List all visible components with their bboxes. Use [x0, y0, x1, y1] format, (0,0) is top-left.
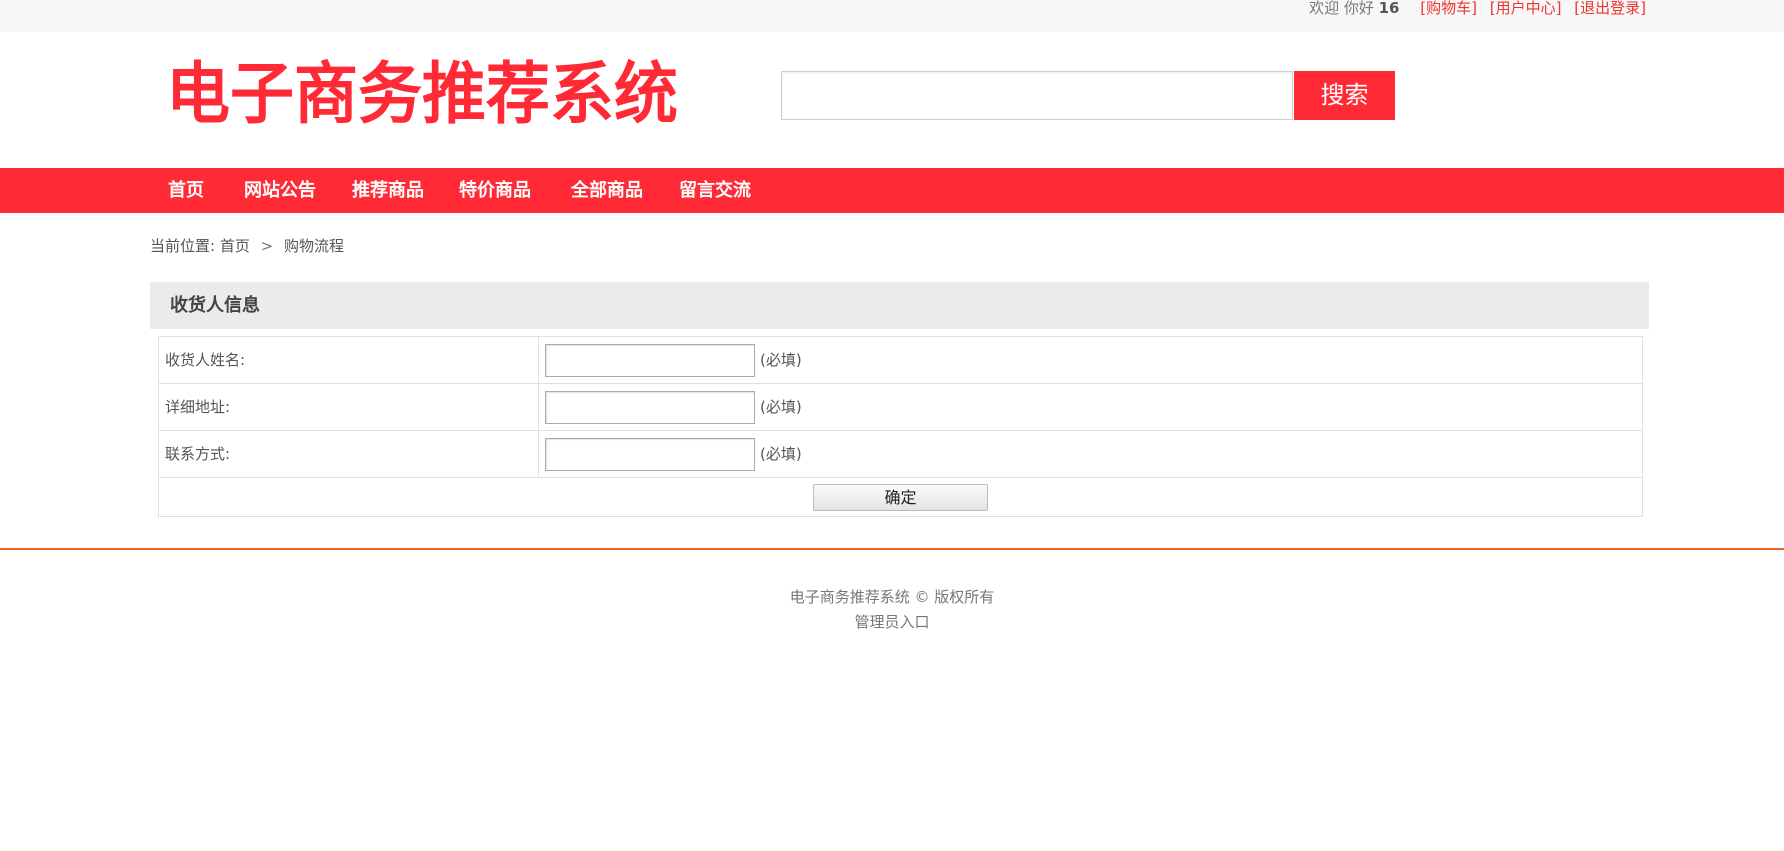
top-bar: 欢迎 你好 16 [购物车] [用户中心] [退出登录] [0, 0, 1784, 32]
footer-admin-row: 管理员入口 [0, 611, 1784, 633]
nav-item-recommended[interactable]: 推荐商品 [352, 168, 424, 213]
recipient-name-input[interactable] [545, 344, 755, 377]
nav-item-announcements[interactable]: 网站公告 [244, 168, 316, 213]
breadcrumb: 当前位置: 首页 > 购物流程 [150, 236, 344, 256]
contact-input[interactable] [545, 438, 755, 471]
nav-item-specials[interactable]: 特价商品 [459, 168, 531, 213]
breadcrumb-prefix: 当前位置: [150, 237, 216, 255]
section-title: 收货人信息 [170, 295, 260, 316]
form-submit-row: 确定 [159, 478, 1642, 517]
section-header: 收货人信息 [150, 282, 1649, 329]
form-row-contact: 联系方式: (必填) [159, 431, 1642, 478]
site-logo[interactable]: 电子商务推荐系统 [166, 55, 678, 135]
user-center-link[interactable]: [用户中心] [1490, 0, 1562, 17]
breadcrumb-current: 购物流程 [284, 237, 345, 255]
column-divider [538, 384, 539, 430]
cart-link[interactable]: [购物车] [1420, 0, 1477, 17]
footer-copyright: 电子商务推荐系统 © 版权所有 [789, 588, 995, 606]
form-row-name: 收货人姓名: (必填) [159, 337, 1642, 384]
breadcrumb-home[interactable]: 首页 [220, 237, 250, 255]
nav-item-all-products[interactable]: 全部商品 [571, 168, 643, 213]
address-input[interactable] [545, 391, 755, 424]
field-label: 收货人姓名: [165, 351, 246, 369]
form-row-address: 详细地址: (必填) [159, 384, 1642, 431]
breadcrumb-separator: > [260, 237, 274, 255]
nav-item-home[interactable]: 首页 [168, 168, 204, 213]
column-divider [538, 431, 539, 477]
main-nav: 首页 网站公告 推荐商品 特价商品 全部商品 留言交流 [0, 168, 1784, 213]
column-divider [538, 337, 539, 383]
required-note: (必填) [760, 445, 802, 463]
footer-divider [0, 548, 1784, 550]
search-input[interactable] [781, 71, 1293, 120]
field-label: 联系方式: [165, 445, 231, 463]
confirm-button[interactable]: 确定 [813, 484, 988, 511]
nav-item-messages[interactable]: 留言交流 [679, 168, 751, 213]
field-label: 详细地址: [165, 398, 231, 416]
required-note: (必填) [760, 398, 802, 416]
username: 16 [1378, 0, 1400, 17]
user-links: 欢迎 你好 16 [购物车] [用户中心] [退出登录] [1309, 0, 1646, 16]
admin-entry-link[interactable]: 管理员入口 [854, 613, 929, 631]
recipient-form: 收货人姓名: (必填) 详细地址: (必填) 联系方式: (必填) 确定 [158, 336, 1643, 517]
welcome-text: 欢迎 你好 [1309, 0, 1374, 17]
search-button[interactable]: 搜索 [1294, 71, 1395, 120]
required-note: (必填) [760, 351, 802, 369]
logout-link[interactable]: [退出登录] [1574, 0, 1646, 17]
